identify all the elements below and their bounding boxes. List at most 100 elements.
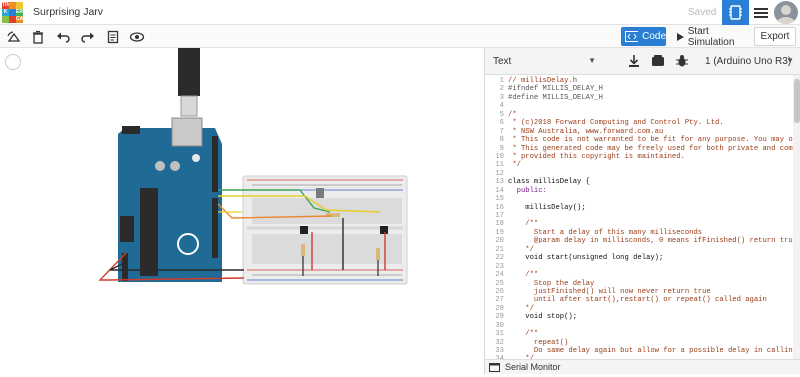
line-number: 9 — [499, 144, 504, 153]
code-line[interactable]: /** — [508, 220, 793, 228]
redo-button[interactable] — [79, 28, 97, 45]
editor-scrollbar[interactable] — [793, 75, 800, 359]
code-line[interactable] — [508, 322, 793, 330]
board-select[interactable]: 1 (Arduino Uno R3) ▼ — [701, 52, 797, 71]
list-icon — [754, 8, 768, 18]
debugger-button[interactable] — [675, 54, 689, 68]
code-line[interactable]: * NSW Australia, www.forward.com.au — [508, 128, 793, 136]
resistor-3 — [376, 248, 380, 260]
line-number: 23 — [495, 262, 504, 271]
code-line[interactable]: * provided this copyright is maintained. — [508, 153, 793, 161]
code-line[interactable]: until after start(),restart() or repeat(… — [508, 296, 793, 304]
code-editor[interactable]: 1 2 3 4 5 6 7 8 9 10 11 12 13 14 15 16 17 18 19 20 21 22 23 24 2… — [485, 75, 793, 359]
export-button[interactable]: Export — [754, 27, 796, 46]
code-line[interactable]: * This code is not warranted to be fit f… — [508, 136, 793, 144]
visibility-button[interactable] — [128, 28, 146, 45]
code-mode-value: Text — [493, 56, 512, 67]
circuit-canvas[interactable] — [0, 48, 484, 374]
line-number: 21 — [495, 245, 504, 254]
line-number: 26 — [495, 287, 504, 296]
user-avatar[interactable] — [774, 1, 798, 24]
line-number: 10 — [495, 152, 504, 161]
line-number: 29 — [495, 313, 504, 322]
code-line[interactable]: void stop(); — [508, 313, 793, 321]
code-line[interactable]: /** — [508, 330, 793, 338]
line-number: 3 — [499, 93, 504, 102]
save-status: Saved — [688, 7, 717, 18]
logo-cell: TIN — [2, 2, 11, 9]
start-simulation-button[interactable]: Start Simulation — [670, 25, 748, 48]
code-line[interactable] — [508, 102, 793, 110]
delete-button[interactable] — [29, 28, 47, 45]
code-line[interactable]: */ — [508, 246, 793, 254]
code-line[interactable]: */ — [508, 305, 793, 313]
code-button[interactable]: Code — [621, 27, 666, 46]
line-number: 2 — [499, 85, 504, 94]
code-line[interactable]: repeat() — [508, 339, 793, 347]
play-icon — [677, 32, 684, 41]
start-simulation-label: Start Simulation — [687, 25, 735, 48]
logo-cell — [2, 16, 9, 23]
code-button-label: Code — [642, 31, 666, 42]
code-line[interactable]: Start a delay of this many milliseconds — [508, 229, 793, 237]
line-numbers: 1 2 3 4 5 6 7 8 9 10 11 12 13 14 15 16 17 18 19 20 21 22 23 24 2… — [485, 77, 504, 359]
code-line[interactable]: Do same delay again but allow for a poss… — [508, 347, 793, 355]
code-line[interactable]: /** — [508, 271, 793, 279]
serial-monitor-bar[interactable]: Serial Monitor — [485, 359, 800, 374]
digital-header — [212, 136, 218, 192]
code-line[interactable]: @param delay in millisconds, 0 means ifF… — [508, 237, 793, 245]
code-line[interactable]: * This generated code may be freely used… — [508, 145, 793, 153]
top-bar: TIN K ER CAD Surprising Jarv Saved — [0, 0, 800, 25]
line-number: 5 — [499, 110, 504, 119]
arduino-board[interactable] — [118, 128, 222, 282]
circuit-icon — [729, 5, 742, 20]
code-line[interactable]: #ifndef MILLIS_DELAY_H — [508, 85, 793, 93]
code-line[interactable] — [508, 263, 793, 271]
code-line[interactable] — [508, 170, 793, 178]
code-line[interactable]: void start(unsigned long delay); — [508, 254, 793, 262]
code-mode-select[interactable]: Text ▼ — [489, 52, 599, 71]
code-line[interactable]: #define MILLIS_DELAY_H — [508, 94, 793, 102]
undo-icon — [57, 32, 70, 43]
scrollbar-thumb[interactable] — [794, 79, 800, 123]
project-title[interactable]: Surprising Jarv — [33, 6, 103, 18]
chevron-down-icon: ▼ — [588, 56, 596, 65]
line-number: 8 — [499, 136, 504, 145]
rotate-button[interactable] — [5, 28, 23, 45]
line-number: 12 — [495, 169, 504, 178]
line-number: 28 — [495, 304, 504, 313]
list-view-button[interactable] — [752, 3, 770, 22]
code-line[interactable]: * (c)2018 Forward Computing and Control … — [508, 119, 793, 127]
eye-icon — [129, 31, 145, 42]
notes-icon — [107, 30, 119, 43]
libraries-button[interactable] — [651, 54, 665, 68]
download-button[interactable] — [627, 54, 641, 68]
code-line[interactable]: justFinished() will now never return tru… — [508, 288, 793, 296]
circuit-view-button[interactable] — [722, 0, 749, 25]
board-select-value: 1 (Arduino Uno R3) — [705, 56, 792, 67]
code-lines[interactable]: // millisDelay.h #ifndef MILLIS_DELAY_H #d… — [508, 77, 793, 359]
notes-button[interactable] — [104, 28, 122, 45]
line-number: 22 — [495, 254, 504, 263]
code-line[interactable]: /* — [508, 111, 793, 119]
code-line[interactable]: millisDelay(); — [508, 204, 793, 212]
logo-cell — [9, 16, 16, 23]
code-icon — [625, 31, 639, 42]
logo-cell — [9, 9, 16, 16]
line-number: 32 — [495, 338, 504, 347]
trash-icon — [33, 30, 43, 44]
code-line[interactable]: class millisDelay { — [508, 178, 793, 186]
line-number: 7 — [499, 127, 504, 136]
code-line[interactable]: */ — [508, 161, 793, 169]
tinkercad-logo[interactable]: TIN K ER CAD — [2, 2, 27, 23]
zoom-fit-button[interactable] — [5, 54, 21, 70]
usb-plug — [178, 48, 200, 96]
code-line[interactable] — [508, 212, 793, 220]
code-line[interactable] — [508, 195, 793, 203]
code-line[interactable]: public: — [508, 187, 793, 195]
line-number: 33 — [495, 347, 504, 355]
code-line[interactable]: Stop the delay — [508, 280, 793, 288]
library-icon — [652, 55, 664, 66]
code-line[interactable]: // millisDelay.h — [508, 77, 793, 85]
undo-button[interactable] — [54, 28, 72, 45]
